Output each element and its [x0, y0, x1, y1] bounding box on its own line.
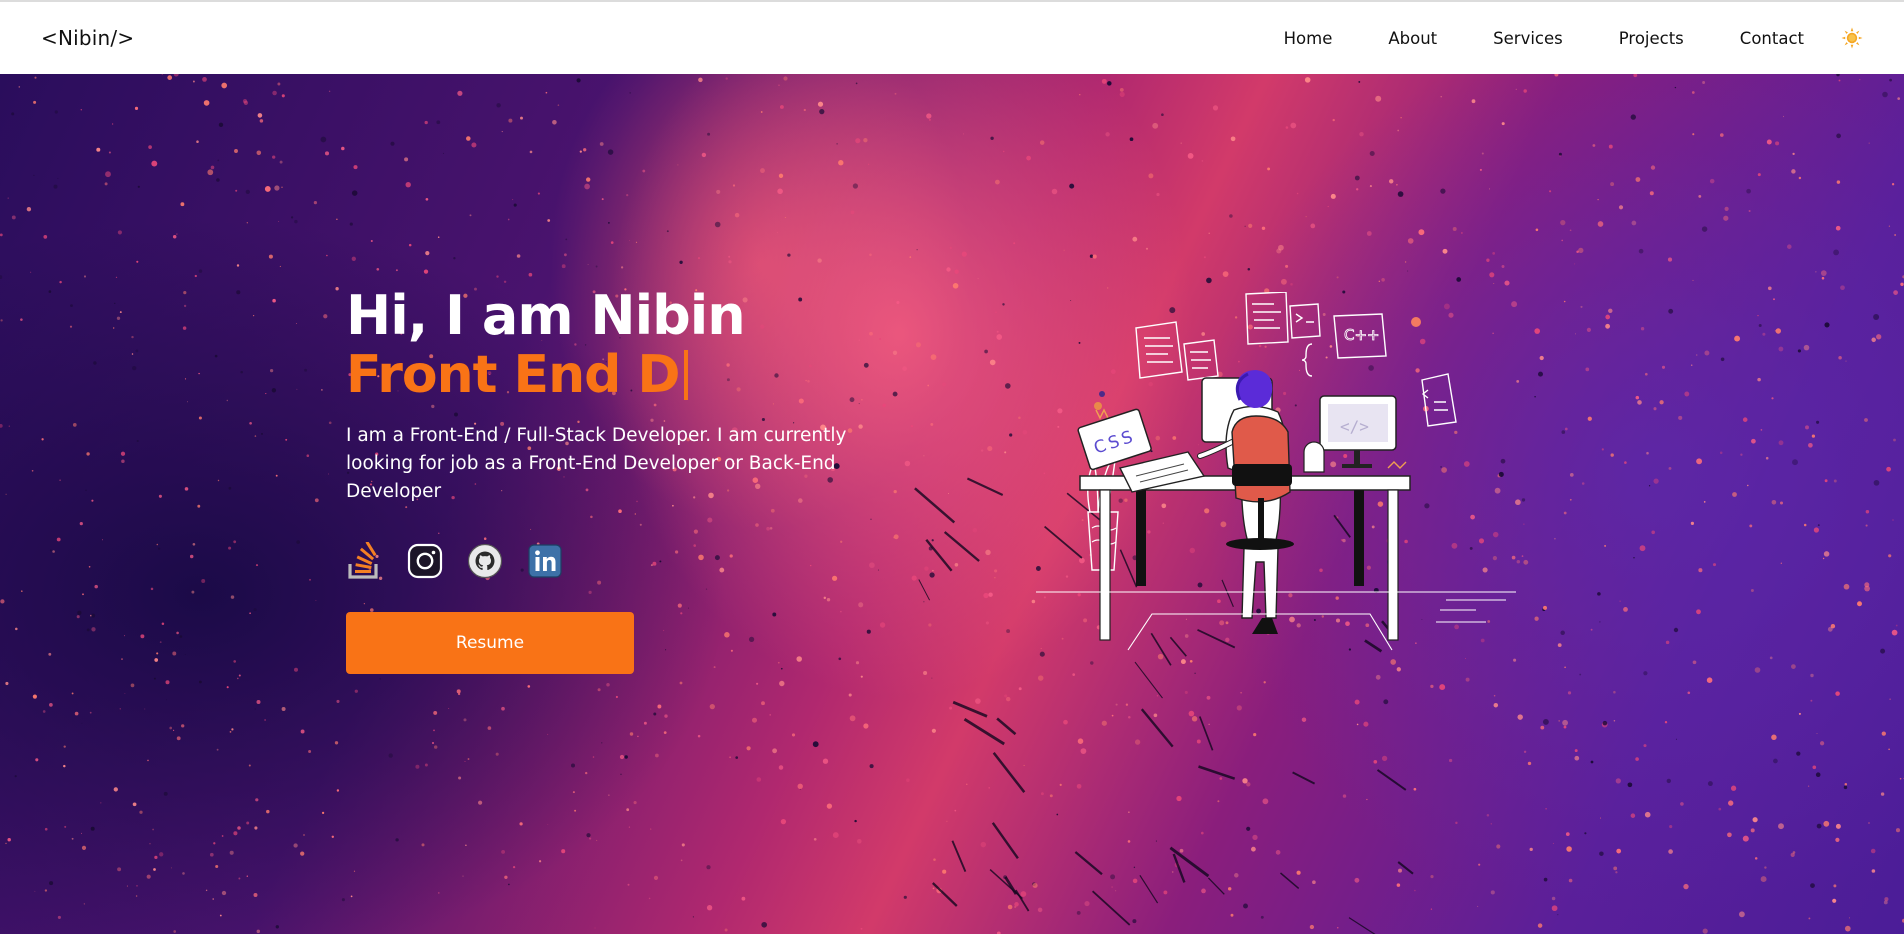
nav-links: Home About Services Projects Contact — [1284, 26, 1864, 50]
github-link[interactable] — [466, 542, 504, 580]
site-logo[interactable]: <Nibin/> — [41, 26, 134, 50]
hero-content: Hi, I am Nibin Front End D I am a Front-… — [346, 286, 906, 674]
stackoverflow-link[interactable] — [346, 542, 384, 580]
theme-toggle-button[interactable] — [1840, 26, 1864, 50]
nav-link-about[interactable]: About — [1388, 29, 1437, 48]
nav-link-contact[interactable]: Contact — [1740, 29, 1804, 48]
hero-bio: I am a Front-End / Full-Stack Developer.… — [346, 425, 847, 502]
linkedin-link[interactable] — [526, 542, 564, 580]
typed-role-text: Front End D — [346, 345, 681, 405]
typed-role-line: Front End D — [346, 346, 906, 404]
desk-scene-icon: </> CSS — [1036, 370, 1516, 651]
developer-illustration: C++ </> CSS — [1036, 292, 1516, 651]
hero-section: Hi, I am Nibin Front End D I am a Front-… — [0, 74, 1904, 934]
linkedin-icon — [528, 544, 562, 578]
monitor-code-text: </> — [1340, 417, 1369, 436]
nav-link-home[interactable]: Home — [1284, 29, 1333, 48]
nav-link-projects[interactable]: Projects — [1619, 29, 1684, 48]
instagram-icon — [407, 543, 443, 579]
social-links — [346, 542, 906, 580]
background-texture — [0, 74, 1904, 934]
github-icon — [467, 543, 503, 579]
navbar: <Nibin/> Home About Services Projects Co… — [0, 0, 1904, 74]
bubble-cpp-text: C++ — [1344, 326, 1380, 344]
instagram-link[interactable] — [406, 542, 444, 580]
typing-caret — [683, 350, 688, 400]
stackoverflow-icon — [348, 542, 378, 579]
sun-icon — [1841, 27, 1863, 49]
resume-button[interactable]: Resume — [346, 612, 634, 674]
nav-link-services[interactable]: Services — [1493, 29, 1563, 48]
hero-greeting: Hi, I am Nibin — [346, 284, 746, 347]
